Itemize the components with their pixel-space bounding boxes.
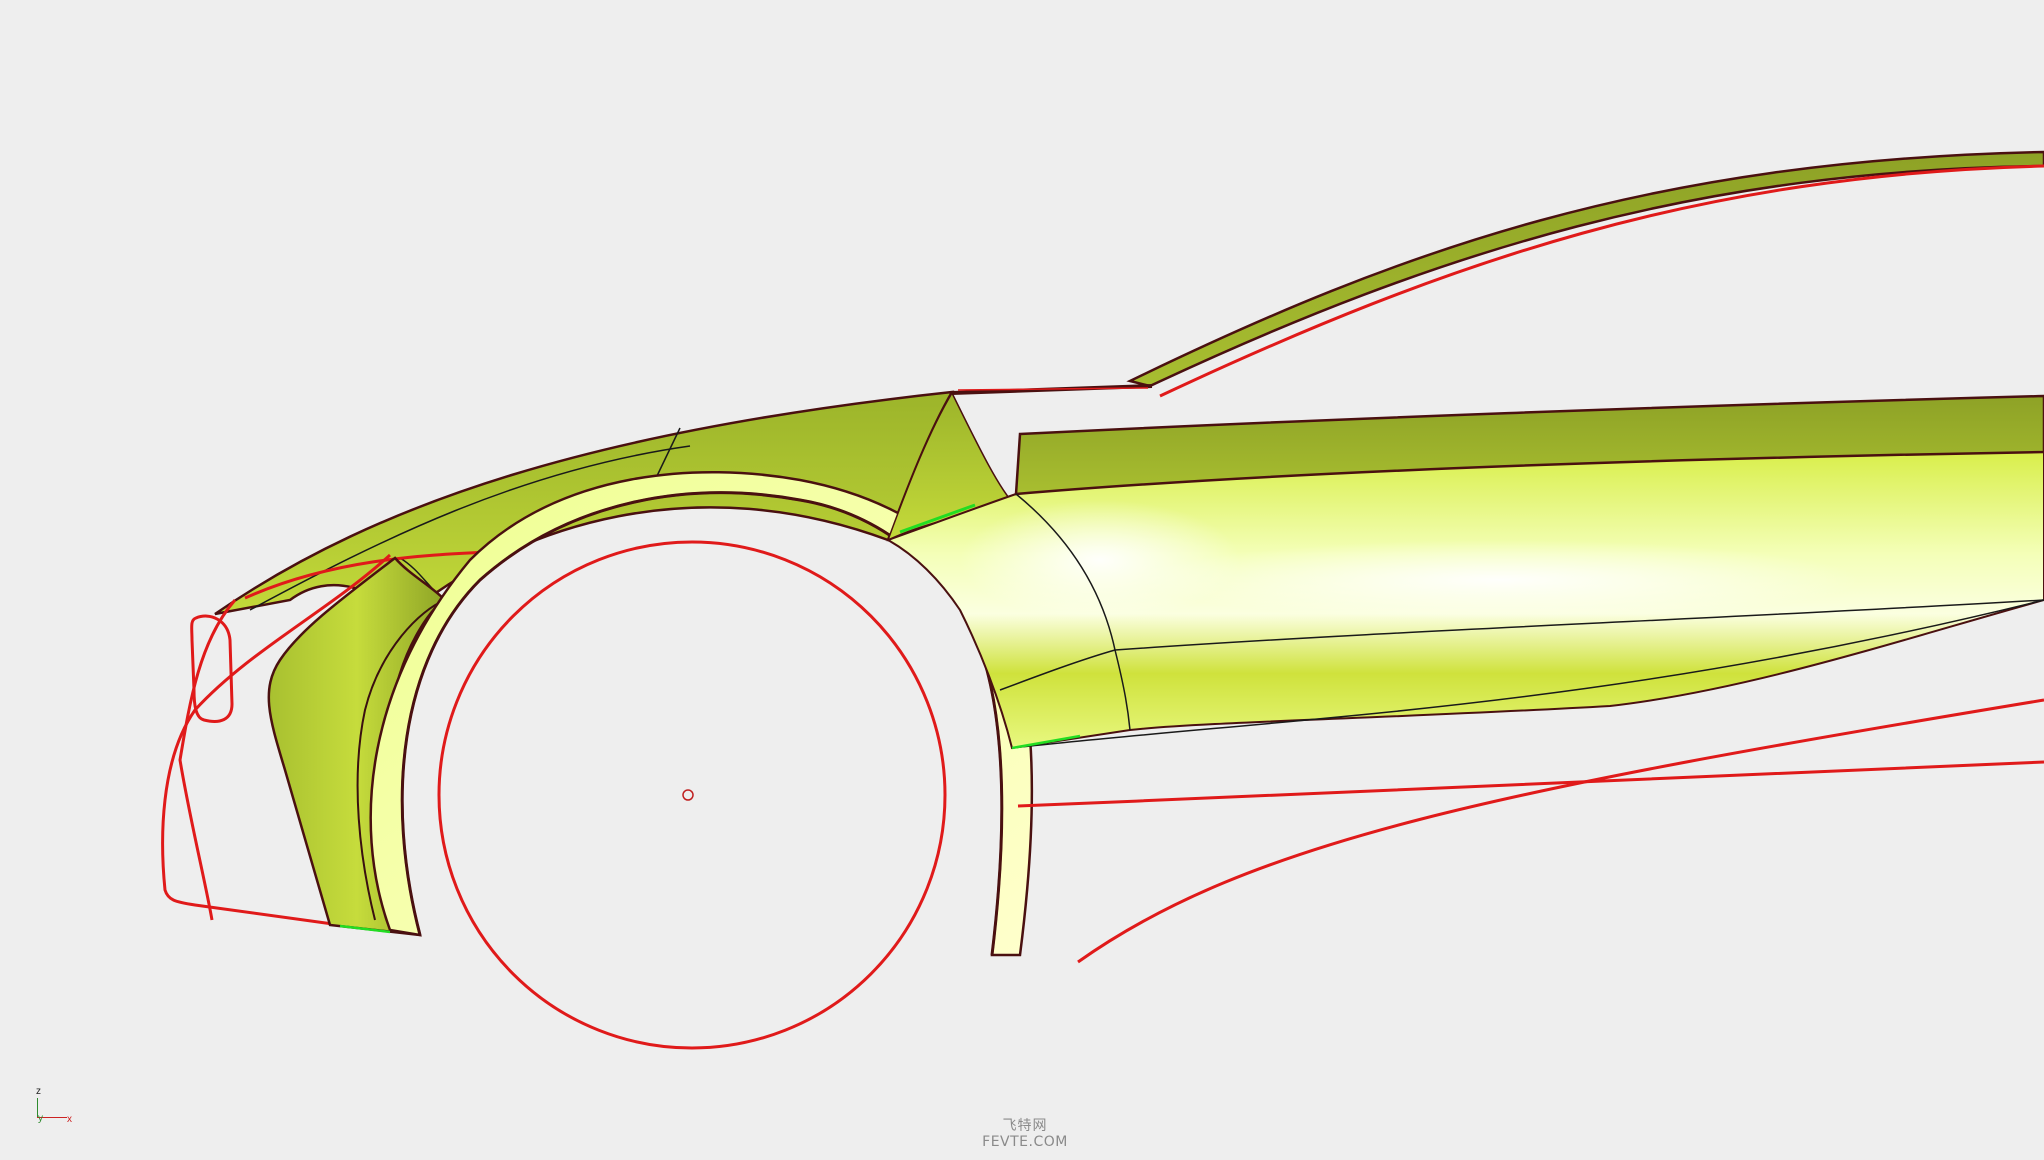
axis-y-label: y: [38, 1113, 43, 1124]
axis-widget: z y x: [30, 1085, 90, 1125]
side-sill-curve[interactable]: [1017, 760, 2044, 808]
front-fender-panel[interactable]: [267, 556, 448, 937]
cowl-red-line[interactable]: [957, 387, 1149, 391]
wheel-center-marker[interactable]: [682, 789, 694, 801]
axis-z-label: z: [36, 1086, 41, 1097]
car-model-scene[interactable]: [0, 0, 2044, 1160]
roof-curve[interactable]: [1159, 164, 2044, 398]
body-highlight: [1140, 540, 1860, 620]
watermark-cn: 飞特网: [1002, 1118, 1048, 1134]
axis-x-label: x: [67, 1114, 72, 1125]
watermark-en: FEVTE.COM: [982, 1134, 1068, 1150]
front-wheel[interactable]: [437, 540, 947, 1050]
roof-rail-surface[interactable]: [1126, 150, 2044, 388]
watermark: 飞特网 FEVTE.COM: [960, 1118, 1090, 1150]
front-chin-curve[interactable]: [178, 599, 237, 921]
lower-body-curve[interactable]: [1077, 698, 2044, 964]
3d-viewport[interactable]: z y x 飞特网 FEVTE.COM: [0, 0, 2044, 1160]
